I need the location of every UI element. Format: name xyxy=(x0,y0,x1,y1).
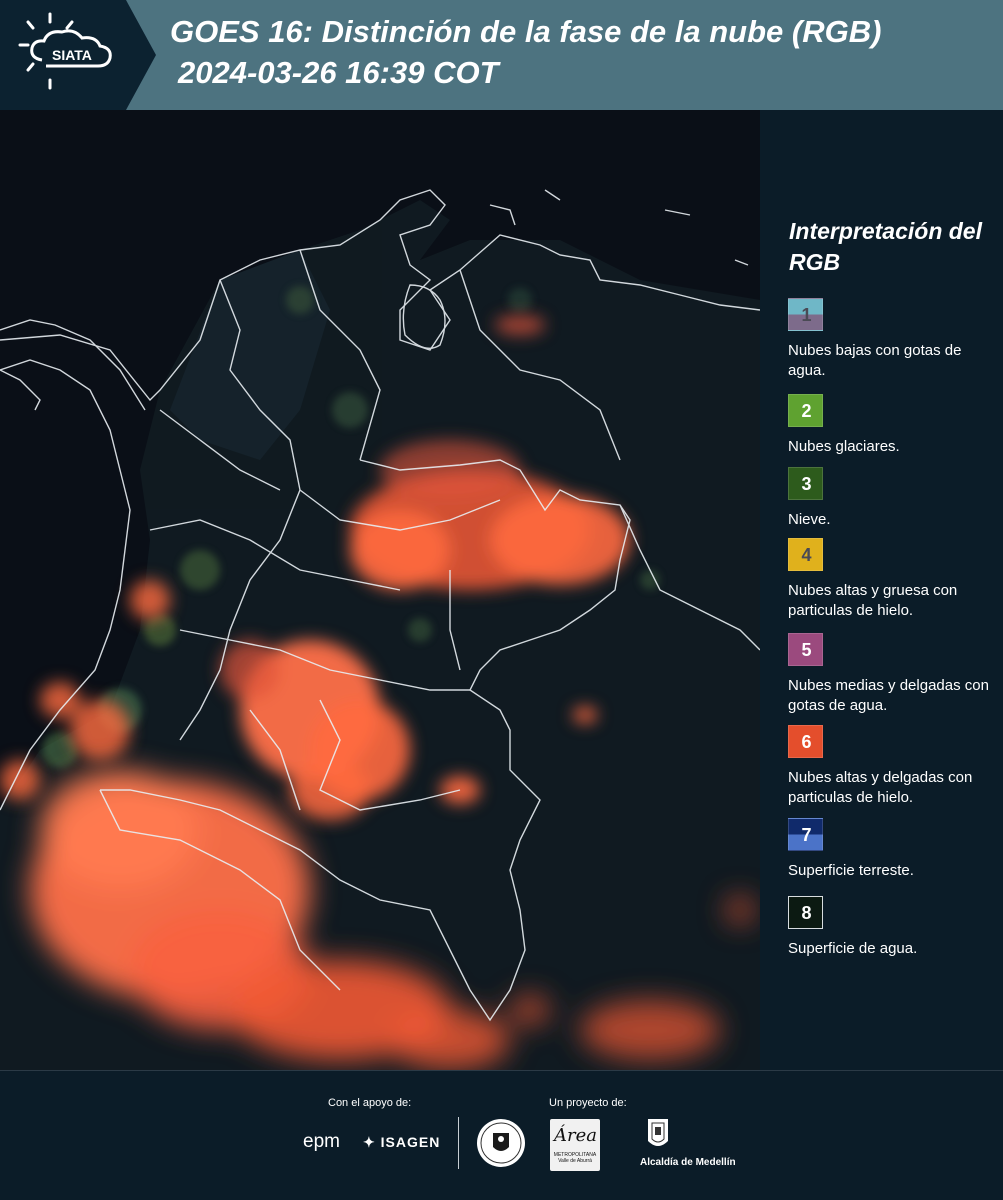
legend-item-1: 1 Nubes bajas con gotas de agua. xyxy=(788,298,1000,381)
amva-logo: Área METROPOLITANA Valle de Aburrá xyxy=(550,1119,600,1171)
footer: Con el apoyo de: Un proyecto de: epm ✦ I… xyxy=(0,1070,1003,1200)
isagen-logo: ✦ ISAGEN xyxy=(363,1134,440,1151)
siata-logo: SIATA xyxy=(0,0,156,110)
epm-logo: epm xyxy=(303,1131,340,1152)
legend-number: 6 xyxy=(801,732,812,752)
legend-item-2: 2 Nubes glaciares. xyxy=(788,394,1000,457)
legend-swatch: 8 xyxy=(788,896,823,929)
legend-number: 8 xyxy=(801,903,812,923)
timestamp: 2024-03-26 16:39 COT xyxy=(178,55,499,90)
satellite-map[interactable] xyxy=(0,110,760,1070)
legend-panel: Interpretación del RGB 1 Nubes bajas con… xyxy=(760,110,1003,1070)
legend-label: Superficie terreste. xyxy=(788,862,914,879)
svg-text:SIATA: SIATA xyxy=(52,47,92,63)
medellin-shield-icon xyxy=(646,1117,670,1158)
isagen-star-icon: ✦ xyxy=(363,1134,376,1150)
legend-label: Nieve. xyxy=(788,511,831,528)
legend-item-8: 8 Superficie de agua. xyxy=(788,896,1000,959)
legend-number: 3 xyxy=(801,474,812,494)
legend-item-3: 3 Nieve. xyxy=(788,467,1000,530)
legend-swatch: 1 xyxy=(788,298,823,331)
legend-swatch: 6 xyxy=(788,725,823,758)
legend-number: 4 xyxy=(801,545,812,565)
medellin-logo-text: Alcaldía de Medellín xyxy=(640,1157,736,1168)
legend-label: Nubes medias y delgadas con gotas de agu… xyxy=(788,677,989,714)
header-bar: SIATA GOES 16: Distinción de la fase de … xyxy=(0,0,1003,110)
legend-label: Nubes altas y gruesa con particulas de h… xyxy=(788,582,958,619)
legend-item-5: 5 Nubes medias y delgadas con gotas de a… xyxy=(788,633,1000,716)
legend-number: 7 xyxy=(801,825,812,845)
legend-label: Nubes altas y delgadas con particulas de… xyxy=(788,769,973,806)
legend-swatch: 7 xyxy=(788,818,823,851)
page-title: GOES 16: Distinción de la fase de la nub… xyxy=(170,14,882,49)
legend-number: 1 xyxy=(801,305,812,325)
legend-swatch: 5 xyxy=(788,633,823,666)
legend-label: Superficie de agua. xyxy=(788,940,918,957)
isagen-text: ISAGEN xyxy=(380,1134,441,1150)
legend-item-6: 6 Nubes altas y delgadas con particulas … xyxy=(788,725,1000,808)
legend-label: Nubes glaciares. xyxy=(788,438,900,455)
legend-number: 2 xyxy=(801,401,812,421)
legend-swatch: 4 xyxy=(788,538,823,571)
legend-item-7: 7 Superficie terreste. xyxy=(788,818,1000,881)
amva-logo-sub: METROPOLITANA Valle de Aburrá xyxy=(553,1152,597,1164)
legend-title: Interpretación del RGB xyxy=(789,218,982,275)
legend-swatch: 2 xyxy=(788,394,823,427)
support-caption: Con el apoyo de: xyxy=(328,1097,412,1109)
legend-number: 5 xyxy=(801,640,812,660)
amva-logo-text: Área xyxy=(554,1125,597,1146)
map-canvas xyxy=(0,110,760,1070)
project-caption: Un proyecto de: xyxy=(549,1097,627,1109)
seal-logo xyxy=(476,1117,526,1174)
legend-swatch: 3 xyxy=(788,467,823,500)
legend-item-4: 4 Nubes altas y gruesa con particulas de… xyxy=(788,538,1000,621)
footer-divider xyxy=(458,1117,459,1169)
legend-label: Nubes bajas con gotas de agua. xyxy=(788,342,962,379)
